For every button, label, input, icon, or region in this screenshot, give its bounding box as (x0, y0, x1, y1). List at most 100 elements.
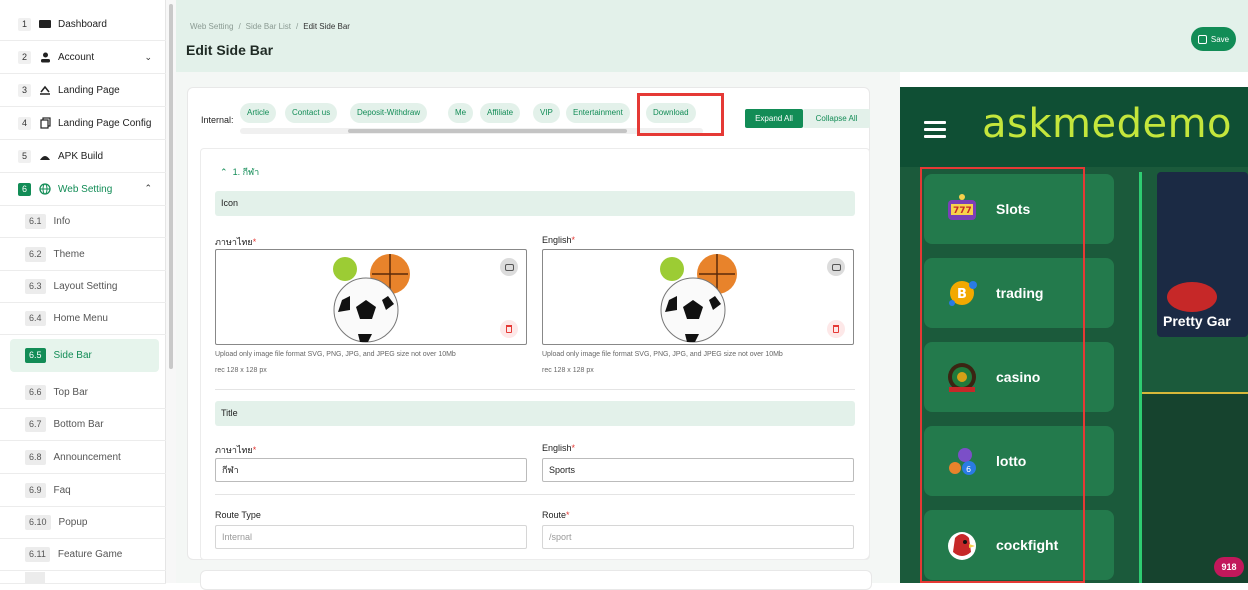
rec-size-text: rec 128 x 128 px (215, 367, 267, 374)
upload-help-text: Upload only image file format SVG, PNG, … (215, 351, 456, 358)
sidebar-item-web-setting[interactable]: 6 Web Setting ⌃ (0, 173, 166, 206)
askmedemo-logo: askmedemo (982, 101, 1233, 147)
brand-badge: 918 (1214, 557, 1244, 577)
route-type-label: Route Type (215, 510, 261, 520)
sidebar-item-popup[interactable]: 6.10 Popup (0, 506, 166, 539)
chip-deposit-withdraw[interactable]: Deposit-Withdraw (350, 103, 428, 123)
chip-vip[interactable]: VIP (533, 103, 560, 123)
scrollbar-thumb[interactable] (169, 4, 173, 369)
rec-size-text: rec 128 x 128 px (542, 367, 594, 374)
sidebar-item-faq[interactable]: 6.9 Faq (0, 474, 166, 507)
nav-label: Web Setting (58, 183, 113, 195)
hamburger-menu-icon[interactable] (924, 121, 946, 138)
nav-label: Landing Page Config (58, 117, 152, 129)
internal-label: Internal: (201, 115, 234, 125)
sidebar-item-info[interactable]: 6.1 Info (0, 205, 166, 238)
icon-band: Icon (215, 191, 855, 216)
chip-me[interactable]: Me (448, 103, 474, 123)
chevron-up-icon[interactable]: ⌃ (144, 183, 152, 194)
nav-number: 6.1 (25, 213, 46, 229)
dashboard-icon (39, 18, 51, 30)
sports-balls-image (333, 254, 410, 343)
nav-label: Home Menu (53, 312, 108, 324)
expand-all-button[interactable]: Expand All (745, 109, 803, 128)
sidebar-item-feature-game[interactable]: 6.11 Feature Game (0, 538, 166, 571)
sports-balls-image (660, 254, 737, 343)
thai-title-input[interactable]: กีฬา (215, 458, 527, 482)
sidebar-item-landing-page-config[interactable]: 4 Landing Page Config (0, 107, 166, 140)
trash-icon[interactable] (827, 320, 845, 338)
english-label-text: English (542, 235, 572, 245)
nav-label: Bottom Bar (53, 418, 104, 430)
banner-text: Pretty Gar (1163, 313, 1231, 329)
preview-game-banner[interactable]: Pretty Gar (1157, 172, 1248, 337)
route-type-input[interactable]: Internal (215, 525, 527, 549)
nav-number: 4 (18, 116, 31, 130)
thai-label-text: ภาษาไทย (215, 237, 253, 247)
nav-label: APK Build (58, 150, 104, 162)
nav-number: 6.2 (25, 246, 46, 262)
thai-icon-label: ภาษาไทย* (215, 237, 257, 247)
chevron-up-icon: ⌃ (220, 167, 228, 177)
chip-contact-us[interactable]: Contact us (285, 103, 338, 123)
poker-chip-image (1167, 282, 1217, 312)
nav-number: 6.11 (25, 546, 50, 562)
sidebar-item-top-bar[interactable]: 6.6 Top Bar (0, 376, 166, 409)
nav-number: 6.6 (25, 384, 46, 400)
route-label: Route* (542, 510, 570, 520)
route-label-text: Route (542, 510, 567, 520)
nav-number: 2 (18, 50, 31, 64)
chip-affiliate[interactable]: Affiliate (480, 103, 521, 123)
nav-label: Info (53, 215, 71, 227)
route-input[interactable]: /sport (542, 525, 854, 549)
nav-number: 6.7 (25, 416, 46, 432)
page-title: Edit Side Bar (186, 42, 274, 58)
preview-dark-panel: 918 (1142, 392, 1248, 583)
sidebar-item-dashboard[interactable]: 1 Dashboard (0, 8, 166, 41)
trash-icon[interactable] (500, 320, 518, 338)
sidebar-item-account[interactable]: 2 Account ⌄ (0, 41, 166, 74)
nav-number: 1 (18, 17, 31, 31)
chip-entertainment[interactable]: Entertainment (566, 103, 630, 123)
nav-number (25, 572, 45, 583)
nav-label: Announcement (53, 451, 121, 463)
nav-number: 6.5 (25, 348, 46, 363)
sidebar-item-announcement[interactable]: 6.8 Announcement (0, 441, 166, 474)
camera-icon[interactable] (827, 258, 845, 276)
chevron-down-icon[interactable]: ⌄ (144, 52, 152, 63)
chip-scroll-thumb[interactable] (348, 129, 627, 133)
english-title-label: English* (542, 443, 576, 453)
sidebar-item-landing-page[interactable]: 3 Landing Page (0, 74, 166, 107)
nav-label: Faq (53, 484, 71, 496)
breadcrumb-side-bar-list[interactable]: Side Bar List (246, 22, 291, 31)
breadcrumb-web-setting[interactable]: Web Setting (190, 22, 233, 31)
sidebar-item-home-menu[interactable]: 6.4 Home Menu (0, 302, 166, 335)
nav-number: 5 (18, 149, 31, 163)
page-header: Web Setting / Side Bar List / Edit Side Bar … (176, 0, 1248, 72)
section-header[interactable]: ⌃ 1. กีฬา (220, 165, 259, 179)
chip-article[interactable]: Article (240, 103, 277, 123)
collapse-all-button[interactable]: Collapse All (803, 109, 870, 128)
sidebar-item-partial[interactable] (0, 572, 166, 584)
english-title-input[interactable]: Sports (542, 458, 854, 482)
sidebar-item-apk-build[interactable]: 5 APK Build (0, 140, 166, 173)
nav-label: Side Bar (53, 350, 92, 361)
nav-label: Popup (58, 516, 88, 528)
android-icon (39, 150, 51, 162)
camera-icon[interactable] (500, 258, 518, 276)
save-button[interactable]: Save (1191, 27, 1236, 51)
sidebar-scrollbar[interactable] (166, 0, 176, 583)
nav-number: 3 (18, 83, 31, 97)
sidebar-item-bottom-bar[interactable]: 6.7 Bottom Bar (0, 408, 166, 441)
nav-label: Landing Page (58, 84, 120, 96)
thai-icon-upload[interactable] (215, 249, 527, 345)
english-icon-upload[interactable] (542, 249, 854, 345)
sidebar-item-theme[interactable]: 6.2 Theme (0, 238, 166, 271)
nav-number: 6.8 (25, 449, 46, 465)
nav-number: 6 (18, 182, 31, 196)
sidebar-item-side-bar[interactable]: 6.5 Side Bar (10, 339, 159, 372)
sidebar-item-layout-setting[interactable]: 6.3 Layout Setting (0, 270, 166, 303)
save-label: Save (1210, 34, 1230, 44)
sidebar-nav: 1 Dashboard 2 Account ⌄ 3 Landing Page 4… (0, 0, 166, 584)
upload-help-text: Upload only image file format SVG, PNG, … (542, 351, 783, 358)
